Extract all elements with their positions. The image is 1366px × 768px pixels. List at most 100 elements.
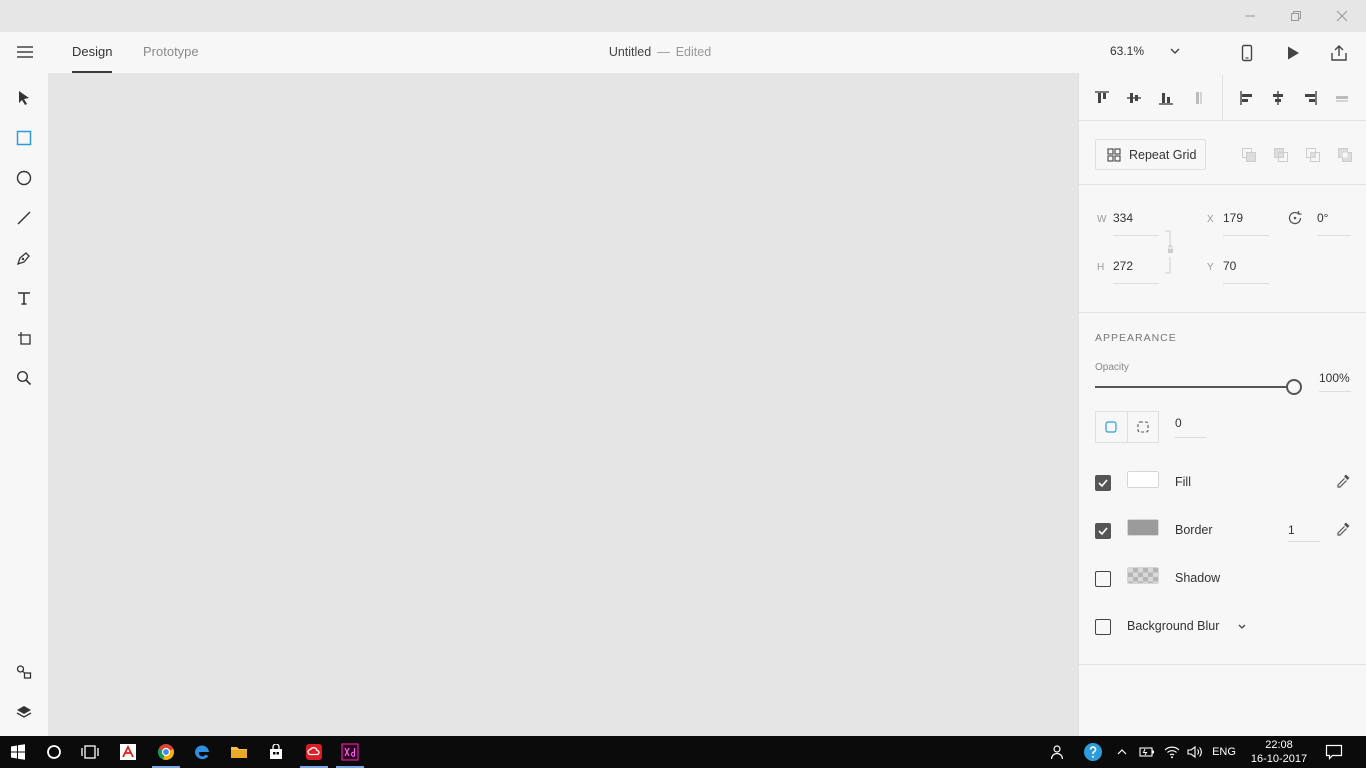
distribute-vertical-button[interactable] (1187, 87, 1209, 109)
align-bottom-button[interactable] (1155, 87, 1177, 109)
device-preview-button[interactable] (1236, 42, 1258, 64)
line-tool[interactable] (12, 206, 36, 230)
height-value: 272 (1113, 259, 1134, 273)
layers-button[interactable] (12, 700, 36, 724)
edge-icon (194, 745, 209, 760)
property-inspector: Repeat Grid W 334 H 272 X 179 Y 70 0° AP… (1078, 73, 1366, 736)
folder-icon (231, 747, 247, 758)
align-center-button[interactable] (1267, 87, 1289, 109)
design-canvas[interactable] (48, 73, 1078, 736)
people-button[interactable] (1046, 736, 1070, 768)
shadow-checkbox[interactable] (1095, 571, 1111, 587)
panel-divider (1079, 120, 1366, 121)
aspect-lock-button[interactable] (1165, 230, 1175, 274)
width-field[interactable]: W 334 (1097, 210, 1159, 236)
minimize-button[interactable] (1227, 0, 1273, 32)
y-position-field[interactable]: Y 70 (1207, 258, 1269, 284)
border-width-value[interactable]: 1 (1288, 523, 1295, 537)
volume-button[interactable] (1184, 736, 1206, 768)
taskbar-app-edge[interactable] (184, 736, 220, 768)
wifi-button[interactable] (1160, 736, 1184, 768)
zoom-tool[interactable] (12, 366, 36, 390)
x-label: X (1207, 214, 1214, 225)
assets-button[interactable] (12, 660, 36, 684)
taskbar-app-explorer[interactable] (221, 736, 257, 768)
boolean-exclude-button[interactable] (1335, 145, 1355, 165)
field-underline (1113, 283, 1159, 284)
distribute-horizontal-button[interactable] (1331, 87, 1353, 109)
distribute-vertical-icon (1196, 92, 1202, 104)
share-button[interactable] (1328, 42, 1350, 64)
chrome-icon (158, 744, 174, 760)
action-center-button[interactable] (1320, 736, 1348, 768)
height-field[interactable]: H 272 (1097, 258, 1159, 284)
search-button[interactable] (36, 736, 72, 768)
boolean-intersect-button[interactable] (1303, 145, 1323, 165)
taskbar-app-chrome[interactable] (148, 736, 184, 768)
x-position-field[interactable]: X 179 (1207, 210, 1269, 236)
chevron-down-icon (1170, 48, 1180, 54)
select-tool[interactable] (12, 86, 36, 110)
fill-eyedropper-button[interactable] (1335, 473, 1351, 489)
rotation-field[interactable]: 0° (1317, 210, 1351, 236)
lock-icon (1165, 230, 1173, 274)
panel-divider (1079, 664, 1366, 665)
ellipse-tool[interactable] (12, 166, 36, 190)
rectangle-tool[interactable] (12, 126, 36, 150)
wifi-icon (1164, 746, 1180, 759)
play-preview-button[interactable] (1282, 42, 1304, 64)
background-blur-dropdown[interactable] (1235, 620, 1249, 634)
align-middle-button[interactable] (1123, 87, 1145, 109)
individual-corners-button[interactable] (1126, 412, 1159, 442)
opacity-slider-track[interactable] (1095, 386, 1295, 388)
align-separator (1222, 75, 1223, 121)
opacity-value[interactable]: 100% (1319, 371, 1350, 385)
background-blur-checkbox[interactable] (1095, 619, 1111, 635)
rotation-icon-wrap (1287, 210, 1303, 226)
border-color-swatch[interactable] (1127, 519, 1159, 536)
input-language[interactable]: ENG (1208, 736, 1240, 768)
restore-button[interactable] (1273, 0, 1319, 32)
artboard-icon (18, 332, 31, 345)
border-checkbox[interactable] (1095, 523, 1111, 539)
battery-button[interactable] (1136, 736, 1158, 768)
field-underline (1288, 541, 1320, 542)
start-button[interactable] (0, 736, 36, 768)
zoom-level[interactable]: 63.1% (1110, 32, 1144, 73)
task-view-button[interactable] (72, 736, 108, 768)
boolean-subtract-button[interactable] (1271, 145, 1291, 165)
windows-logo-icon (11, 744, 25, 760)
align-top-button[interactable] (1091, 87, 1113, 109)
artboard-tool[interactable] (12, 326, 36, 350)
field-underline (1113, 235, 1159, 236)
shadow-swatch[interactable] (1127, 567, 1159, 584)
fill-checkbox[interactable] (1095, 475, 1111, 491)
pen-tool[interactable] (12, 246, 36, 270)
boolean-add-button[interactable] (1239, 145, 1259, 165)
repeat-grid-button[interactable]: Repeat Grid (1095, 139, 1206, 170)
taskbar-app-store[interactable] (258, 736, 294, 768)
opacity-slider-handle[interactable] (1286, 379, 1302, 395)
align-right-button[interactable] (1299, 87, 1321, 109)
taskbar-clock[interactable]: 22:08 16-10-2017 (1248, 738, 1310, 766)
show-hidden-icons-button[interactable] (1112, 736, 1132, 768)
field-underline (1223, 235, 1269, 236)
taskbar-app-xd[interactable] (332, 736, 368, 768)
taskbar-app-pdf[interactable] (110, 736, 146, 768)
fill-color-swatch[interactable] (1127, 471, 1159, 488)
taskbar-app-creative-cloud[interactable] (296, 736, 332, 768)
zoom-icon (16, 370, 32, 386)
chevron-down-icon (1238, 624, 1246, 629)
corner-radius-value[interactable]: 0 (1175, 416, 1182, 430)
help-tray-button[interactable] (1080, 736, 1106, 768)
uniform-corners-button[interactable] (1096, 412, 1127, 442)
align-left-button[interactable] (1236, 87, 1258, 109)
chevron-up-icon (1117, 749, 1127, 755)
zoom-dropdown-button[interactable] (1168, 44, 1182, 58)
windows-taskbar: ENG 22:08 16-10-2017 (0, 736, 1366, 768)
close-button[interactable] (1319, 0, 1365, 32)
boolean-intersect-icon (1306, 148, 1320, 162)
checkmark-icon (1098, 479, 1108, 488)
border-eyedropper-button[interactable] (1335, 521, 1351, 537)
text-tool[interactable] (12, 286, 36, 310)
